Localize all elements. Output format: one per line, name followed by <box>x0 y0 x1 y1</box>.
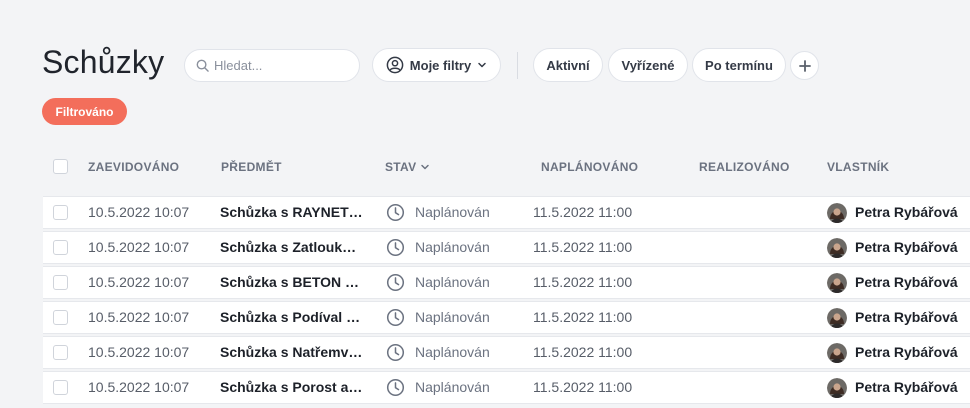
avatar <box>827 272 847 293</box>
user-circle-icon <box>386 56 404 74</box>
row-owner[interactable]: Petra Rybářová <box>827 337 958 368</box>
row-subject[interactable]: Schůzka s RAYNET s.r.o. <box>220 197 363 228</box>
column-owner[interactable]: VLASTNÍK <box>827 160 889 174</box>
filter-active-button[interactable]: Aktivní <box>533 48 603 82</box>
table-row[interactable]: 10.5.2022 10:07 Schůzka s Podíval & syn … <box>43 301 970 334</box>
row-owner-name: Petra Rybářová <box>855 239 958 255</box>
row-status: Naplánován <box>386 337 490 368</box>
row-planned: 11.5.2022 11:00 <box>533 344 633 360</box>
row-checkbox[interactable] <box>53 275 68 290</box>
search-input[interactable] <box>214 58 354 73</box>
page-title: Schůzky <box>42 44 165 80</box>
clock-icon <box>386 343 405 362</box>
row-owner-name: Petra Rybářová <box>855 309 958 325</box>
row-checkbox[interactable] <box>53 345 68 360</box>
row-planned: 11.5.2022 11:00 <box>533 274 633 290</box>
row-owner[interactable]: Petra Rybářová <box>827 372 958 403</box>
row-planned: 11.5.2022 11:00 <box>533 379 633 395</box>
row-checkbox[interactable] <box>53 380 68 395</box>
avatar <box>827 237 847 258</box>
row-status-label: Naplánován <box>415 204 490 220</box>
table-row[interactable]: 10.5.2022 10:07 Schůzka s BETON Engineer… <box>43 266 970 299</box>
row-checkbox[interactable] <box>53 240 68 255</box>
row-subject[interactable]: Schůzka s Porost a.s. <box>220 372 363 403</box>
filter-overdue-button[interactable]: Po termínu <box>692 48 786 82</box>
row-owner[interactable]: Petra Rybářová <box>827 302 958 333</box>
avatar <box>827 307 847 328</box>
my-filters-button[interactable]: Moje filtry <box>372 48 501 82</box>
row-owner-name: Petra Rybářová <box>855 274 958 290</box>
column-created-label: ZAEVIDOVÁNO <box>88 160 180 174</box>
row-owner-name: Petra Rybářová <box>855 204 958 220</box>
column-subject-label: PŘEDMĚT <box>221 160 282 174</box>
clock-icon <box>386 378 405 397</box>
clock-icon <box>386 238 405 257</box>
chevron-down-icon <box>478 62 486 68</box>
row-created: 10.5.2022 10:07 <box>88 274 190 290</box>
column-status-label: STAV <box>385 160 417 174</box>
column-created[interactable]: ZAEVIDOVÁNO <box>88 160 179 174</box>
row-created: 10.5.2022 10:07 <box>88 344 190 360</box>
row-checkbox[interactable] <box>53 310 68 325</box>
column-subject[interactable]: PŘEDMĚT <box>221 160 282 174</box>
row-created: 10.5.2022 10:07 <box>88 309 190 325</box>
row-status-label: Naplánován <box>415 274 490 290</box>
column-status[interactable]: STAV <box>385 160 430 174</box>
row-planned: 11.5.2022 11:00 <box>533 309 633 325</box>
avatar <box>827 377 847 398</box>
my-filters-label: Moje filtry <box>409 57 472 73</box>
row-created: 10.5.2022 10:07 <box>88 239 190 255</box>
plus-icon <box>798 59 811 72</box>
row-subject[interactable]: Schůzka s Zatloukat s.r.o. <box>220 232 363 263</box>
clock-icon <box>386 273 405 292</box>
avatar <box>827 202 847 223</box>
clock-icon <box>386 308 405 327</box>
row-owner-name: Petra Rybářová <box>855 379 958 395</box>
column-owner-label: VLASTNÍK <box>827 160 890 174</box>
row-status: Naplánován <box>386 267 490 298</box>
row-status: Naplánován <box>386 372 490 403</box>
filtered-badge[interactable]: Filtrováno <box>42 98 127 125</box>
search-icon <box>196 59 209 72</box>
row-status: Naplánován <box>386 302 490 333</box>
row-owner-name: Petra Rybářová <box>855 344 958 360</box>
table-row[interactable]: 10.5.2022 10:07 Schůzka s RAYNET s.r.o. … <box>43 196 970 229</box>
row-owner[interactable]: Petra Rybářová <box>827 267 958 298</box>
row-created: 10.5.2022 10:07 <box>88 204 190 220</box>
row-status-label: Naplánován <box>415 239 490 255</box>
avatar <box>827 342 847 363</box>
column-planned[interactable]: NAPLÁNOVÁNO <box>541 160 638 174</box>
row-planned: 11.5.2022 11:00 <box>533 239 633 255</box>
select-all-checkbox[interactable] <box>53 159 68 174</box>
clock-icon <box>386 203 405 222</box>
add-filter-button[interactable] <box>790 51 819 80</box>
row-status-label: Naplánován <box>415 344 490 360</box>
chevron-down-icon <box>421 164 430 170</box>
row-created: 10.5.2022 10:07 <box>88 379 190 395</box>
column-realized-label: REALIZOVÁNO <box>699 160 790 174</box>
row-subject[interactable]: Schůzka s Podíval & syn <box>220 302 363 333</box>
table-row[interactable]: 10.5.2022 10:07 Schůzka s Natřemvám s.r.… <box>43 336 970 369</box>
table-row[interactable]: 10.5.2022 10:07 Schůzka s Zatloukat s.r.… <box>43 231 970 264</box>
toolbar-divider <box>517 52 518 79</box>
row-status: Naplánován <box>386 197 490 228</box>
row-subject[interactable]: Schůzka s Natřemvám s.r.o. <box>220 337 363 368</box>
row-status-label: Naplánován <box>415 309 490 325</box>
row-subject[interactable]: Schůzka s BETON Engineering <box>220 267 363 298</box>
row-planned: 11.5.2022 11:00 <box>533 204 633 220</box>
column-realized[interactable]: REALIZOVÁNO <box>699 160 790 174</box>
table-row[interactable]: 10.5.2022 10:07 Schůzka s Porost a.s. Na… <box>43 371 970 404</box>
row-status-label: Naplánován <box>415 379 490 395</box>
filter-done-button[interactable]: Vyřízené <box>608 48 688 82</box>
search-box[interactable] <box>184 49 360 82</box>
row-status: Naplánován <box>386 232 490 263</box>
row-owner[interactable]: Petra Rybářová <box>827 197 958 228</box>
column-planned-label: NAPLÁNOVÁNO <box>541 160 639 174</box>
row-checkbox[interactable] <box>53 205 68 220</box>
row-owner[interactable]: Petra Rybářová <box>827 232 958 263</box>
meetings-page: Schůzky Moje filtry Aktivní Vyřízené Po … <box>0 0 970 408</box>
